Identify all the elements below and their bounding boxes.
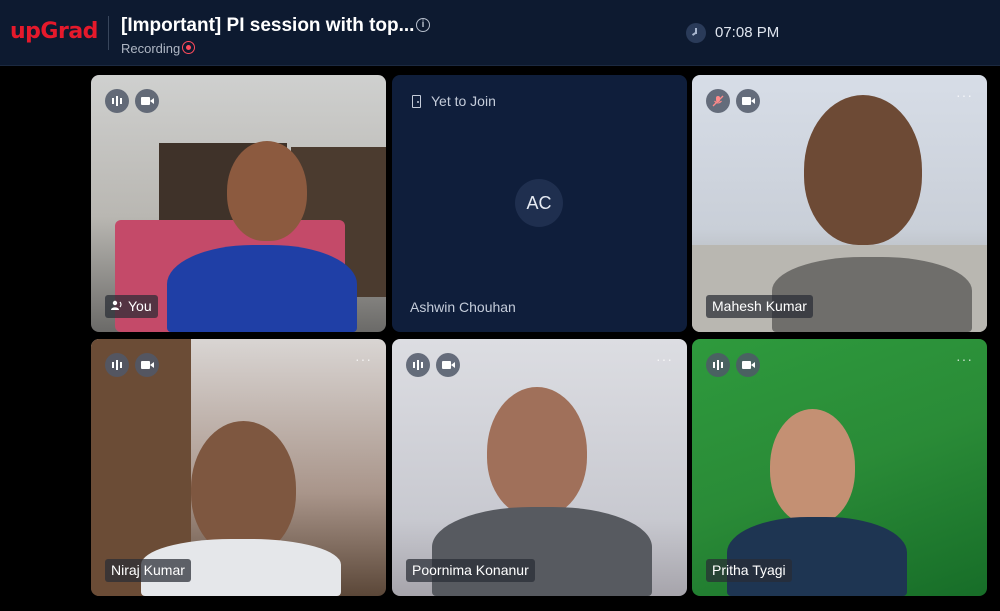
meeting-header: upGrad [Important] PI session with top..…	[0, 0, 1000, 66]
participant-name: Niraj Kumar	[111, 562, 185, 578]
participant-name-tag: Niraj Kumar	[105, 559, 191, 582]
header-divider	[108, 16, 109, 50]
info-icon[interactable]: i	[416, 18, 430, 32]
brand-logo: upGrad	[10, 19, 98, 44]
participant-name: Poornima Konanur	[412, 562, 529, 578]
participant-tile-you[interactable]: You	[91, 75, 386, 332]
participant-tile-ashwin[interactable]: Yet to Join AC Ashwin Chouhan	[392, 75, 687, 332]
participant-name-tag: You	[105, 295, 158, 318]
more-options-icon[interactable]: ···	[355, 351, 372, 367]
audio-level-icon	[105, 89, 129, 113]
participant-face	[487, 387, 587, 517]
record-icon	[182, 41, 195, 54]
more-options-icon[interactable]: ···	[956, 351, 973, 367]
camera-icon[interactable]	[135, 353, 159, 377]
avatar: AC	[515, 179, 563, 227]
session-title: [Important] PI session with top...	[121, 15, 415, 36]
door-icon	[412, 94, 421, 108]
participant-tile-poornima[interactable]: ··· Poornima Konanur	[392, 339, 687, 596]
participant-name: Ashwin Chouhan	[410, 299, 516, 315]
audio-level-icon	[706, 353, 730, 377]
participant-body	[727, 517, 907, 596]
speaker-icon	[111, 295, 123, 318]
camera-icon[interactable]	[436, 353, 460, 377]
participant-face	[770, 409, 855, 524]
more-options-icon[interactable]: ···	[656, 351, 673, 367]
participant-face	[191, 421, 296, 556]
clock-icon	[686, 23, 706, 43]
participant-tile-mahesh[interactable]: ··· Mahesh Kumar	[692, 75, 987, 332]
status-label: Yet to Join	[431, 93, 496, 109]
participant-body	[432, 507, 652, 596]
participant-name: You	[128, 298, 152, 314]
participant-name-tag: Poornima Konanur	[406, 559, 535, 582]
mic-muted-icon	[706, 89, 730, 113]
yet-to-join-status: Yet to Join	[412, 93, 496, 109]
participant-body	[167, 245, 357, 332]
participant-face	[227, 141, 307, 241]
camera-icon[interactable]	[135, 89, 159, 113]
more-options-icon[interactable]: ···	[956, 87, 973, 103]
participant-name: Mahesh Kumar	[712, 298, 807, 314]
participant-tile-niraj[interactable]: ··· Niraj Kumar	[91, 339, 386, 596]
participant-face	[804, 95, 922, 245]
participant-name-tag: Pritha Tyagi	[706, 559, 792, 582]
camera-icon[interactable]	[736, 353, 760, 377]
audio-level-icon	[105, 353, 129, 377]
participant-name-tag: Mahesh Kumar	[706, 295, 813, 318]
audio-level-icon	[406, 353, 430, 377]
participant-name: Pritha Tyagi	[712, 562, 786, 578]
participant-tile-pritha[interactable]: ··· Pritha Tyagi	[692, 339, 987, 596]
recording-label: Recording	[121, 41, 181, 56]
camera-icon[interactable]	[736, 89, 760, 113]
clock-time: 07:08 PM	[715, 24, 780, 41]
